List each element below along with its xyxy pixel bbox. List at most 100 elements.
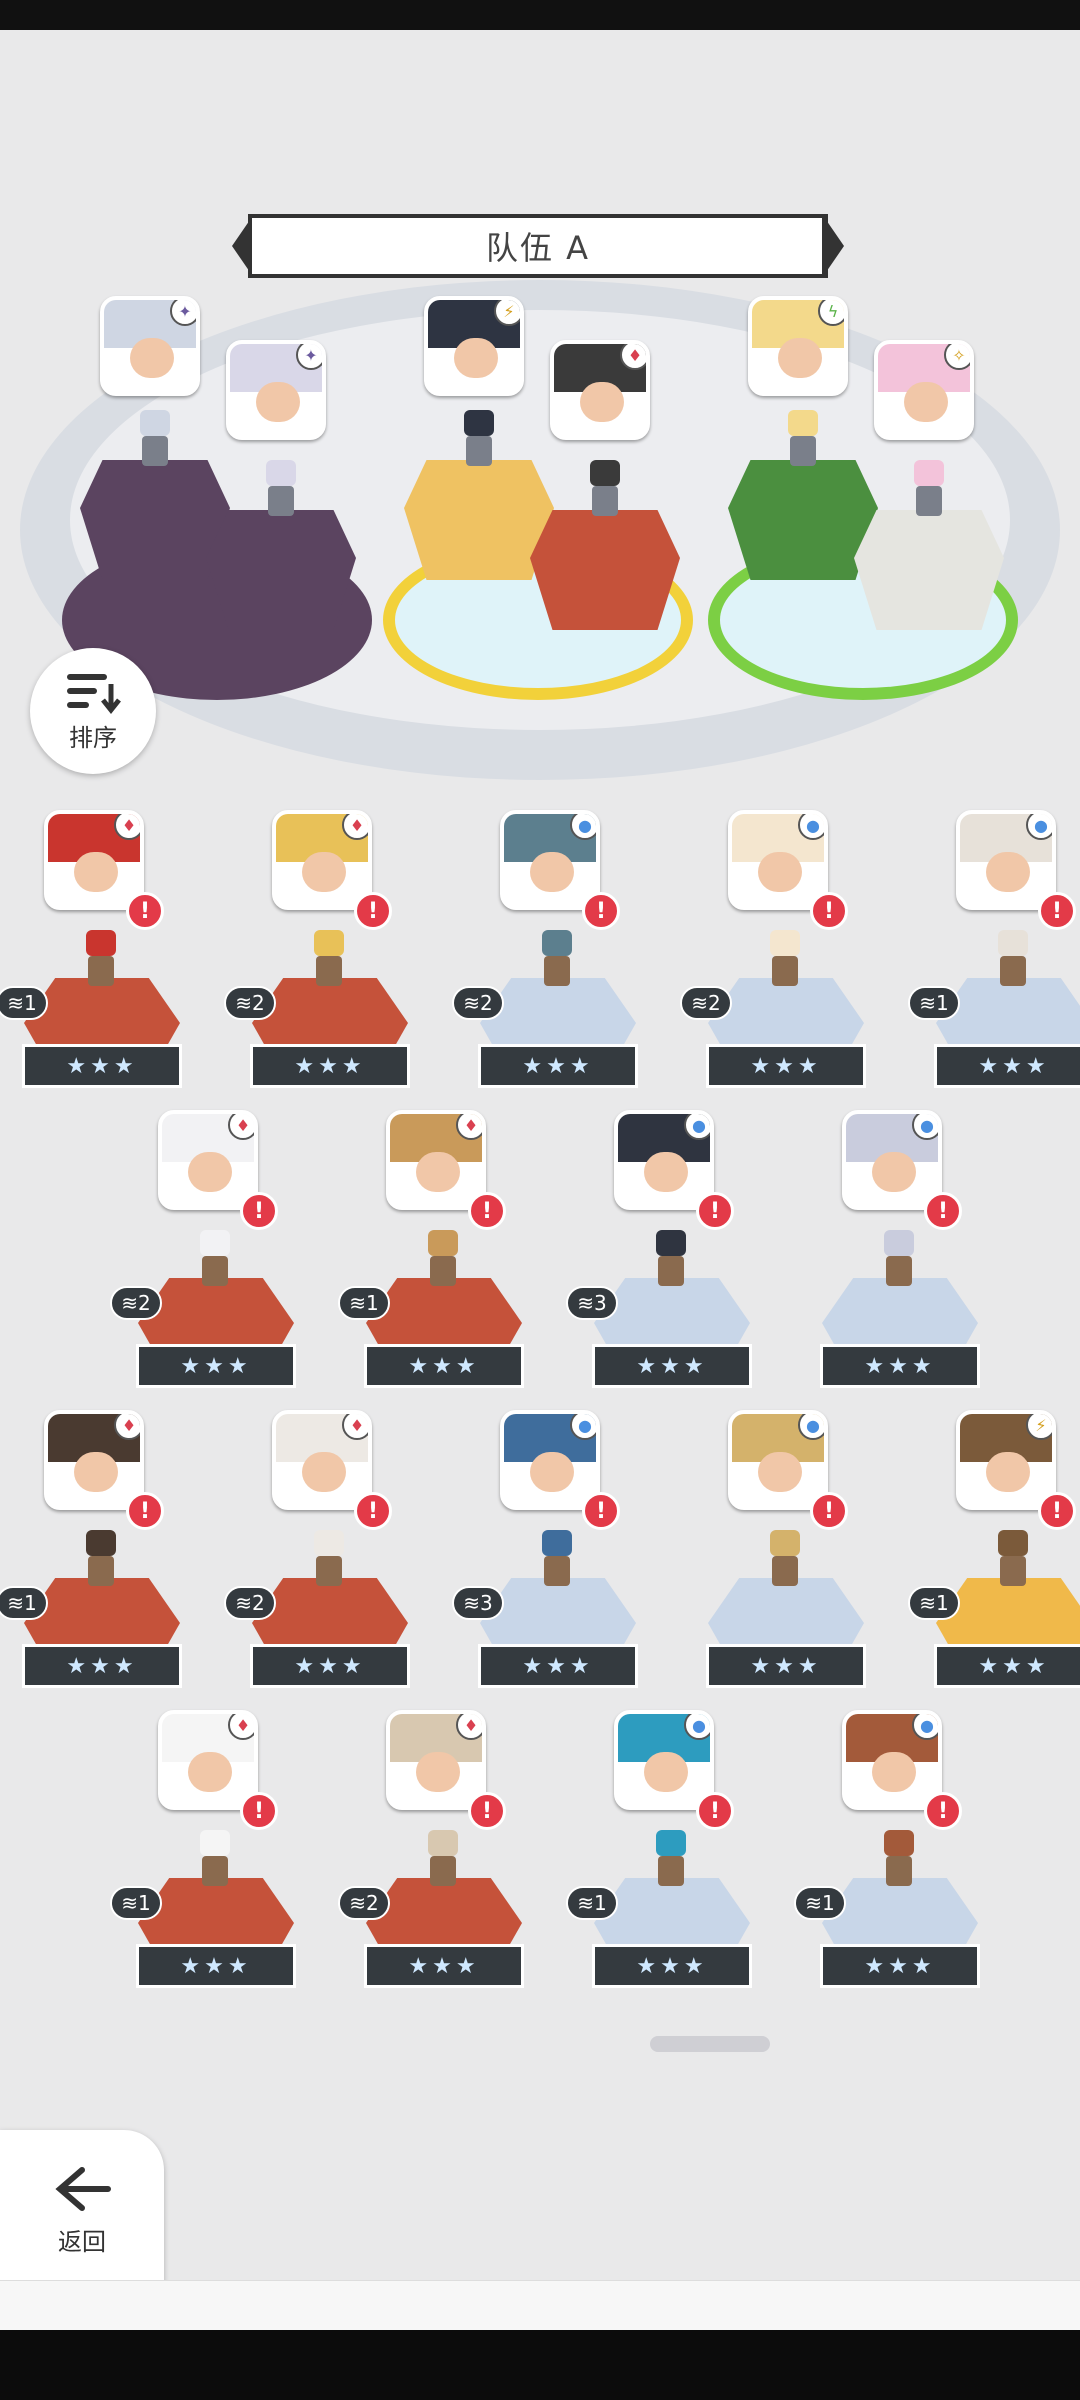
star-rating: ★★★ — [136, 1344, 296, 1388]
level-badge: ≋2 — [338, 1886, 390, 1920]
character-portrait[interactable]: ● — [842, 1110, 942, 1210]
level-badge: ≋1 — [0, 986, 48, 1020]
element-icon: ✦ — [170, 300, 196, 326]
star-rating: ★★★ — [820, 1944, 980, 1988]
star-rating: ★★★ — [706, 1044, 866, 1088]
character-portrait[interactable]: ♦ — [386, 1710, 486, 1810]
character-portrait[interactable]: ● — [614, 1710, 714, 1810]
star-rating: ★★★ — [250, 1644, 410, 1688]
level-badge: ≋2 — [680, 986, 732, 1020]
star-rating: ★★★ — [592, 1344, 752, 1388]
team-member-portrait[interactable]: ✧ — [874, 340, 974, 440]
character-sprite — [188, 1830, 242, 1892]
character-portrait[interactable]: ♦ — [158, 1110, 258, 1210]
team-member-portrait[interactable]: ✦ — [226, 340, 326, 440]
new-alert-badge: ! — [582, 1492, 620, 1530]
element-icon: ● — [798, 1414, 824, 1440]
portrait-face — [580, 382, 624, 422]
level-badge: ≋3 — [566, 1286, 618, 1320]
character-portrait[interactable]: ● — [728, 1410, 828, 1510]
character-portrait[interactable]: ⚡ — [956, 1410, 1056, 1510]
element-icon: ✧ — [944, 344, 970, 370]
star-rating: ★★★ — [478, 1044, 638, 1088]
character-portrait[interactable]: ● — [500, 810, 600, 910]
character-sprite — [530, 1530, 584, 1592]
star-rating: ★★★ — [706, 1644, 866, 1688]
character-portrait[interactable]: ♦ — [386, 1110, 486, 1210]
star-rating: ★★★ — [820, 1344, 980, 1388]
new-alert-badge: ! — [696, 1192, 734, 1230]
back-button[interactable]: 返回 — [0, 2130, 164, 2290]
element-icon: ♦ — [228, 1714, 254, 1740]
portrait-face — [778, 338, 822, 378]
portrait-face — [302, 852, 346, 892]
character-sprite — [872, 1230, 926, 1292]
star-rating: ★★★ — [136, 1944, 296, 1988]
character-portrait[interactable]: ♦ — [44, 1410, 144, 1510]
team-member-portrait[interactable]: ♦ — [550, 340, 650, 440]
element-icon: ● — [912, 1114, 938, 1140]
team-member-sprite — [128, 410, 182, 472]
level-badge: ≋3 — [452, 1586, 504, 1620]
character-sprite — [416, 1230, 470, 1292]
portrait-face — [416, 1152, 460, 1192]
level-badge: ≋1 — [794, 1886, 846, 1920]
character-sprite — [758, 930, 812, 992]
element-icon: ϟ — [818, 300, 844, 326]
element-icon: ● — [684, 1114, 710, 1140]
character-sprite — [188, 1230, 242, 1292]
loading-indicator — [650, 2036, 770, 2052]
character-portrait[interactable]: ● — [728, 810, 828, 910]
character-portrait[interactable]: ♦ — [272, 810, 372, 910]
portrait-face — [904, 382, 948, 422]
next-team-arrow[interactable] — [822, 214, 844, 278]
new-alert-badge: ! — [924, 1792, 962, 1830]
sort-button[interactable]: 排序 — [30, 648, 156, 774]
portrait-face — [188, 1752, 232, 1792]
new-alert-badge: ! — [126, 1492, 164, 1530]
character-portrait[interactable]: ● — [956, 810, 1056, 910]
arrow-left-icon — [55, 2166, 111, 2211]
new-alert-badge: ! — [810, 892, 848, 930]
character-portrait[interactable]: ♦ — [44, 810, 144, 910]
team-name-banner: 队伍 A — [248, 214, 828, 278]
new-alert-badge: ! — [810, 1492, 848, 1530]
new-alert-badge: ! — [354, 892, 392, 930]
team-member-portrait[interactable]: ⚡ — [424, 296, 524, 396]
level-badge: ≋1 — [908, 986, 960, 1020]
element-icon: ⚡ — [494, 300, 520, 326]
character-portrait[interactable]: ● — [842, 1710, 942, 1810]
character-portrait[interactable]: ♦ — [272, 1410, 372, 1510]
level-badge: ≋2 — [224, 986, 276, 1020]
navigation-strip — [0, 2280, 1080, 2331]
element-icon: ⚡ — [1026, 1414, 1052, 1440]
character-sprite — [74, 1530, 128, 1592]
portrait-face — [758, 852, 802, 892]
element-icon: ♦ — [114, 814, 140, 840]
team-member-portrait[interactable]: ϟ — [748, 296, 848, 396]
status-bar — [0, 0, 1080, 30]
star-rating: ★★★ — [934, 1644, 1080, 1688]
element-icon: ✦ — [296, 344, 322, 370]
element-icon: ● — [570, 1414, 596, 1440]
portrait-face — [74, 1452, 118, 1492]
new-alert-badge: ! — [240, 1192, 278, 1230]
portrait-face — [872, 1152, 916, 1192]
team-member-portrait[interactable]: ✦ — [100, 296, 200, 396]
character-portrait[interactable]: ♦ — [158, 1710, 258, 1810]
system-nav-bar — [0, 2330, 1080, 2400]
level-badge: ≋2 — [110, 1286, 162, 1320]
new-alert-badge: ! — [924, 1192, 962, 1230]
character-sprite — [74, 930, 128, 992]
star-rating: ★★★ — [364, 1344, 524, 1388]
portrait-face — [454, 338, 498, 378]
portrait-face — [872, 1752, 916, 1792]
character-sprite — [530, 930, 584, 992]
character-portrait[interactable]: ● — [614, 1110, 714, 1210]
character-portrait[interactable]: ● — [500, 1410, 600, 1510]
new-alert-badge: ! — [240, 1792, 278, 1830]
character-sprite — [986, 930, 1040, 992]
star-rating: ★★★ — [22, 1644, 182, 1688]
character-sprite — [302, 930, 356, 992]
element-icon: ♦ — [228, 1114, 254, 1140]
